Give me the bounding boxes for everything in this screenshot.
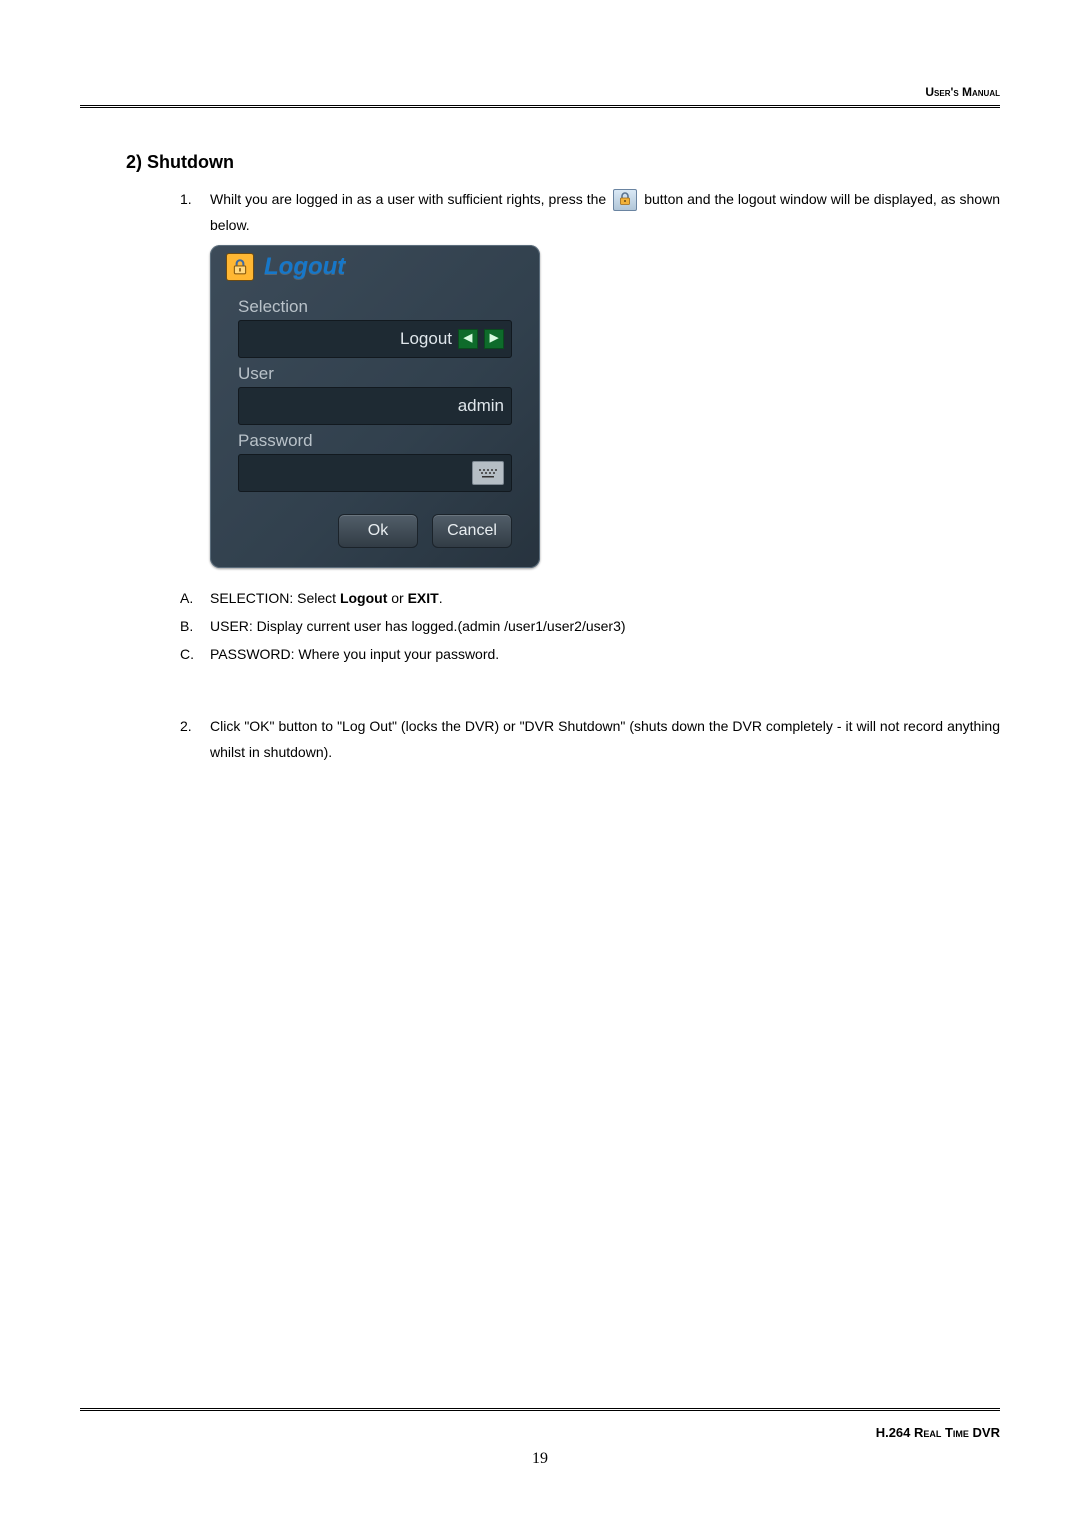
dialog-title: Logout <box>264 253 345 281</box>
arrow-left-icon[interactable]: ◀ <box>458 329 478 349</box>
item-a-suffix: . <box>439 590 443 606</box>
step-2-marker: 2. <box>180 714 210 740</box>
cancel-button[interactable]: Cancel <box>432 514 512 548</box>
section-title: Shutdown <box>147 152 234 172</box>
lock-icon <box>613 189 637 211</box>
selection-field[interactable]: Logout ◀ ▶ <box>238 320 512 358</box>
item-b: B. USER: Display current user has logged… <box>180 612 1000 640</box>
page-number: 19 <box>80 1450 1000 1468</box>
item-c: C. PASSWORD: Where you input your passwo… <box>180 640 1000 668</box>
arrow-right-icon[interactable]: ▶ <box>484 329 504 349</box>
item-a-body: SELECTION: Select Logout or EXIT. <box>210 584 1000 612</box>
user-field: admin <box>238 387 512 425</box>
step-2-body: Click "OK" button to "Log Out" (locks th… <box>210 714 1000 766</box>
step-1: 1. Whilt you are logged in as a user wit… <box>180 187 1000 239</box>
user-label: User <box>238 364 512 384</box>
item-a-bold2: EXIT <box>408 590 439 606</box>
item-b-marker: B. <box>180 612 210 640</box>
logout-dialog-screenshot: Logout Selection Logout ◀ ▶ User admin P… <box>210 245 1000 568</box>
item-a-prefix: SELECTION: Select <box>210 590 340 606</box>
footer-rule <box>80 1408 1000 1415</box>
keyboard-icon[interactable] <box>472 461 504 485</box>
item-a-marker: A. <box>180 584 210 612</box>
section-number: 2) <box>126 152 142 172</box>
dialog-titlebar: Logout <box>210 245 540 291</box>
step-1-body: Whilt you are logged in as a user with s… <box>210 187 1000 239</box>
selection-label: Selection <box>238 297 512 317</box>
section-heading: 2) Shutdown <box>126 152 1000 173</box>
step-2: 2. Click "OK" button to "Log Out" (locks… <box>180 714 1000 766</box>
header-rule <box>80 105 1000 112</box>
item-c-body: PASSWORD: Where you input your password. <box>210 640 1000 668</box>
footer-label: H.264 Real Time DVR <box>80 1425 1000 1440</box>
item-c-marker: C. <box>180 640 210 668</box>
header-label: User's Manual <box>80 85 1000 99</box>
lock-icon <box>226 253 254 281</box>
ok-button[interactable]: Ok <box>338 514 418 548</box>
user-value: admin <box>458 396 504 416</box>
selection-value: Logout <box>400 329 452 349</box>
item-b-body: USER: Display current user has logged.(a… <box>210 612 1000 640</box>
item-a: A. SELECTION: Select Logout or EXIT. <box>180 584 1000 612</box>
item-a-bold1: Logout <box>340 590 387 606</box>
password-field[interactable] <box>238 454 512 492</box>
password-label: Password <box>238 431 512 451</box>
step-1-marker: 1. <box>180 187 210 213</box>
item-a-mid: or <box>387 590 407 606</box>
step-1-text-a: Whilt you are logged in as a user with s… <box>210 191 610 207</box>
logout-dialog: Logout Selection Logout ◀ ▶ User admin P… <box>210 245 540 568</box>
